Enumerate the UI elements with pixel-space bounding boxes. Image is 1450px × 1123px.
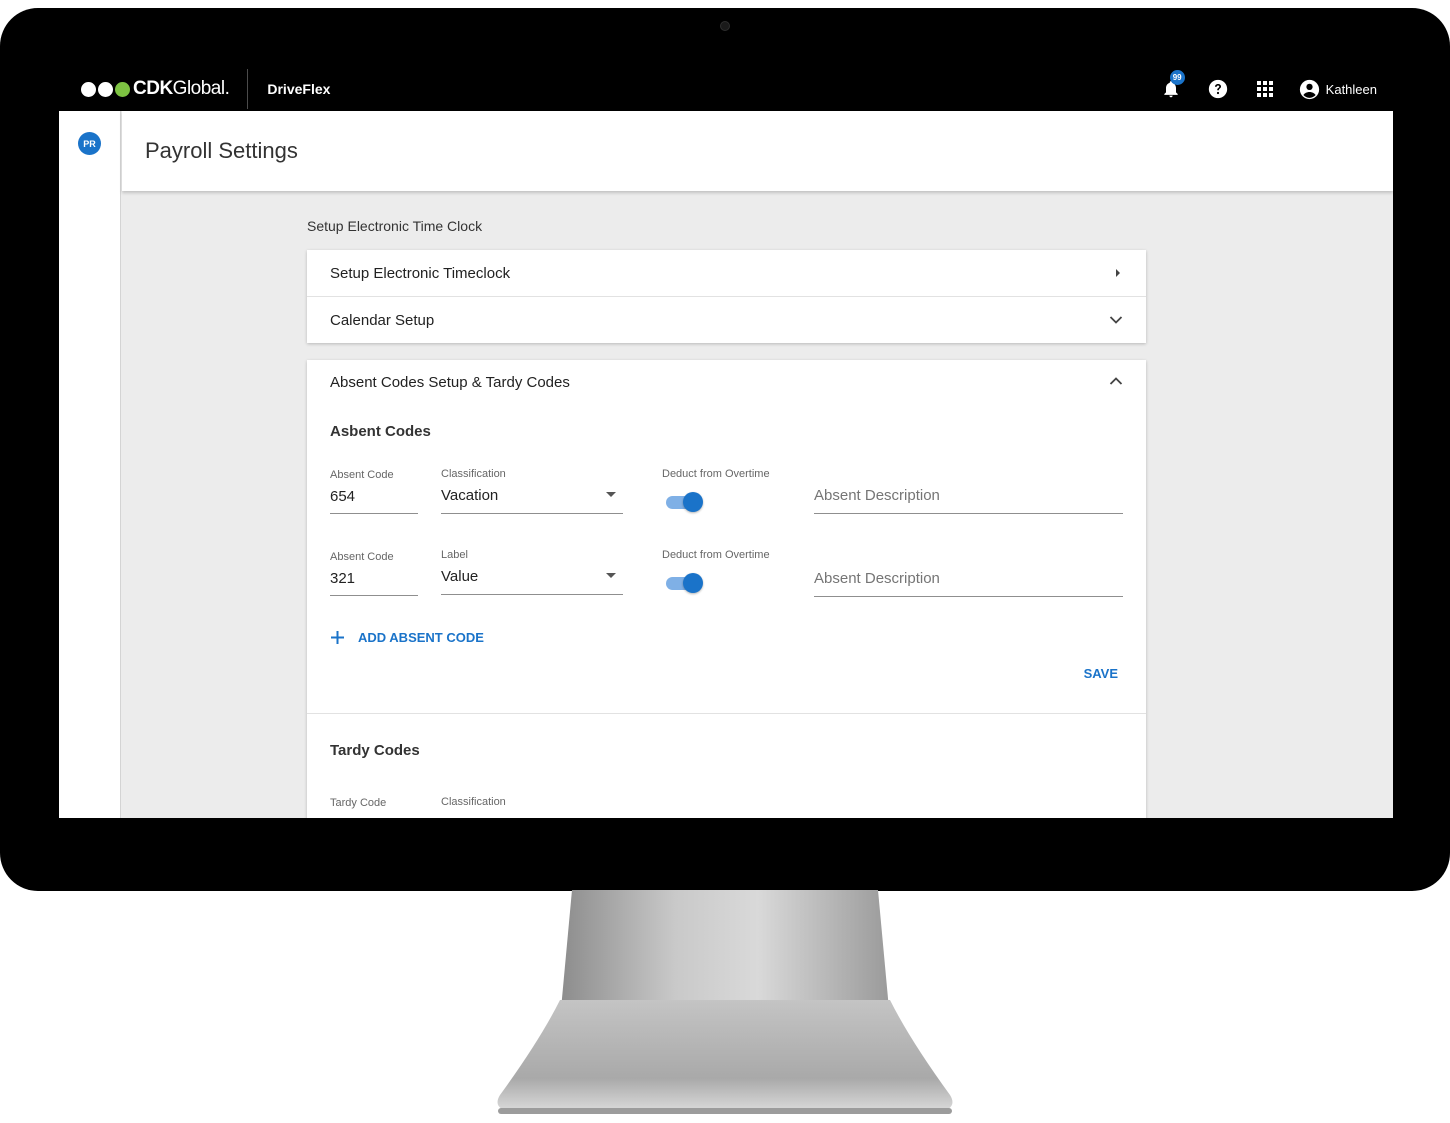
field-value: Vacation [441,487,499,504]
logo-dot [98,81,113,97]
deduct-overtime-group: Deduct from Overtime [662,468,792,480]
page-title: Payroll Settings [145,138,298,163]
accordion-timeclock[interactable]: Setup Electronic Timeclock [307,250,1146,296]
absent-codes-heading: Asbent Codes [330,423,431,440]
user-name: Kathleen [1325,81,1377,97]
help-button[interactable] [1206,77,1230,101]
logo-divider [247,69,249,109]
add-absent-code-label: ADD ABSENT CODE [358,630,484,645]
notification-count-badge: 99 [1169,70,1185,85]
field-label: Deduct from Overtime [662,549,770,561]
help-icon [1208,79,1227,99]
chevron-down-icon [1109,316,1123,324]
tardy-classification-select[interactable]: Classification [441,796,506,808]
field-underline [330,595,418,596]
deduct-overtime-toggle[interactable] [665,573,703,593]
accordion-title[interactable]: Absent Codes Setup & Tardy Codes [330,374,570,391]
plus-icon [331,631,344,644]
field-label: Label [441,549,468,561]
field-value: 654 [330,488,356,505]
accordion-absent-tardy: Absent Codes Setup & Tardy Codes Asbent … [307,360,1146,818]
top-app-bar: CDKGlobal. DriveFlex 99 Kathleen [59,67,1393,111]
label-select[interactable]: Label Value [441,549,623,595]
field-underline [441,513,623,514]
caret-right-icon [1116,269,1120,277]
absent-description-input[interactable]: Absent Description [814,570,1123,597]
logo-dot-green [115,81,130,97]
left-nav-rail: PR [59,111,121,818]
deduct-overtime-group: Deduct from Overtime [662,549,792,561]
tardy-codes-heading: Tardy Codes [330,742,420,759]
absent-code-field[interactable]: Absent Code 321 [330,551,418,596]
accordion-calendar[interactable]: Calendar Setup [307,296,1146,343]
notifications-button[interactable]: 99 [1159,70,1185,101]
monitor-stand-base [497,1000,953,1114]
field-placeholder: Absent Description [814,487,940,504]
field-underline [441,594,623,595]
field-label: Classification [441,796,506,808]
apps-button[interactable] [1253,77,1277,101]
user-menu[interactable]: Kathleen [1299,79,1377,100]
field-label: Deduct from Overtime [662,468,770,480]
cdk-global-logo[interactable]: CDKGlobal. [81,67,230,111]
dropdown-caret-icon [606,573,616,578]
accordion-title: Setup Electronic Timeclock [330,264,511,282]
save-button[interactable]: SAVE [1084,666,1118,681]
section-divider [307,713,1146,714]
accordion-title: Calendar Setup [330,311,435,329]
field-label: Tardy Code [330,797,387,809]
account-circle-icon [1299,79,1319,99]
screen: CDKGlobal. DriveFlex 99 Kathleen PR Payr… [59,67,1393,818]
absent-description-input[interactable]: Absent Description [814,487,1123,514]
field-label: Absent Code [330,469,394,481]
dropdown-caret-icon [606,492,616,497]
payroll-module-badge[interactable]: PR [78,132,101,155]
field-value: Value [441,568,479,585]
chevron-up-icon[interactable] [1109,376,1123,386]
classification-select[interactable]: Classification Vacation [441,468,623,514]
field-underline [814,513,1123,514]
webcam [720,21,730,31]
deduct-overtime-toggle[interactable] [665,492,703,512]
field-value: 321 [330,570,356,587]
apps-grid-icon [1256,81,1273,97]
field-underline [330,513,418,514]
field-label: Classification [441,468,506,480]
logo-dot [81,81,96,97]
absent-code-field[interactable]: Absent Code 654 [330,469,418,514]
logo-wordmark: CDKGlobal. [133,78,230,99]
field-label: Absent Code [330,551,394,563]
page-header: Payroll Settings [122,111,1393,191]
app-name[interactable]: DriveFlex [267,81,330,97]
accordion-group: Setup Electronic Timeclock Calendar Setu… [307,250,1146,343]
tardy-code-field[interactable]: Tardy Code [330,797,386,809]
section-label: Setup Electronic Time Clock [307,218,483,234]
field-placeholder: Absent Description [814,570,940,587]
add-absent-code-button[interactable]: ADD ABSENT CODE [330,630,484,645]
toggle-thumb [683,573,703,593]
field-underline [814,596,1123,597]
toggle-thumb [683,492,703,512]
